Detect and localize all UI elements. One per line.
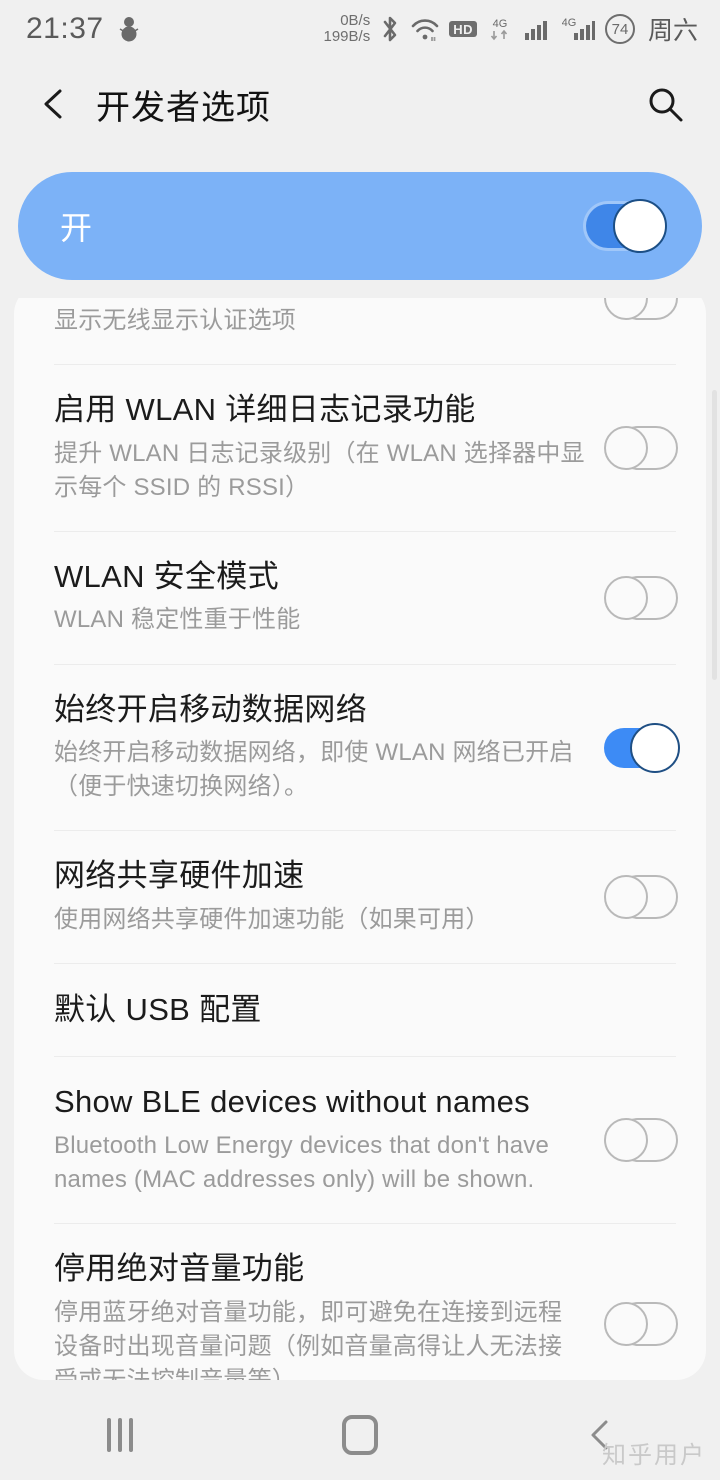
list-item-title: 始终开启移动数据网络 [54,691,367,727]
toggle-knob [604,1302,648,1347]
settings-list: 显示无线显示认证选项 显示无线显示认证选项 启用 WLAN 详细日志记录功能 提… [14,298,706,1380]
list-item-title: 默认 USB 配置 [54,991,262,1027]
list-item-toggle[interactable] [604,875,678,920]
list-item-subtitle: 使用网络共享硬件加速功能（如果可用） [54,906,490,934]
master-switch-knob [613,199,667,253]
list-item[interactable]: 默认 USB 配置 [14,964,706,1056]
status-bar-right: 0B/s 199B/s HD 4G 4G 74 周六 [324,11,699,47]
master-switch-banner[interactable]: 开 [18,172,702,280]
list-item-toggle[interactable] [604,425,678,470]
list-item[interactable]: WLAN 安全模式 WLAN 稳定性重于性能 [14,532,706,664]
svg-text:4G: 4G [493,18,508,30]
list-item[interactable]: Show BLE devices without names Bluetooth… [14,1057,706,1223]
list-item-title: Show BLE devices without names [54,1084,530,1120]
status-bar-left: 21:37 [26,12,140,46]
list-item-text: 停用绝对音量功能 停用蓝牙绝对音量功能，即可避免在连接到远程设备时出现音量问题（… [54,1250,604,1380]
network-speed-up: 0B/s [340,12,371,30]
home-glyph [342,1415,378,1455]
toggle-knob [604,1118,648,1163]
hd-voice-icon: HD [449,21,477,37]
list-item-toggle[interactable] [604,722,680,773]
snowman-icon [118,14,140,44]
app-bar: 开发者选项 [0,58,720,150]
battery-indicator: 74 [604,14,635,44]
list-item-title: 网络共享硬件加速 [54,858,305,894]
recents-glyph [107,1418,133,1452]
watermark: 知乎用户 [602,1442,706,1469]
settings-list-area: 显示无线显示认证选项 显示无线显示认证选项 启用 WLAN 详细日志记录功能 提… [0,298,720,1390]
list-item-text: 网络共享硬件加速 使用网络共享硬件加速功能（如果可用） [54,857,604,937]
toggle-knob [604,575,648,620]
toggle-knob [604,425,648,470]
list-item-toggle[interactable] [604,1118,678,1163]
home-icon[interactable] [240,1415,480,1455]
cellular-signal-2-icon: 4G [562,14,596,44]
settings-card: 显示无线显示认证选项 显示无线显示认证选项 启用 WLAN 详细日志记录功能 提… [14,298,706,1380]
list-item-text: Show BLE devices without names Bluetooth… [54,1083,604,1197]
list-item-text: 启用 WLAN 详细日志记录功能 提升 WLAN 日志记录级别（在 WLAN 选… [54,391,604,505]
list-item-text: 显示无线显示认证选项 显示无线显示认证选项 [54,298,604,338]
scrollbar[interactable] [712,390,717,680]
page-title: 开发者选项 [96,88,271,127]
list-item-toggle[interactable] [604,575,678,620]
list-item-title: 启用 WLAN 详细日志记录功能 [54,391,476,427]
mobile-data-arrows-icon: 4G [486,14,514,44]
list-item-text: 始终开启移动数据网络 始终开启移动数据网络，即使 WLAN 网络已开启（便于快速… [54,691,604,805]
list-item-title: 停用绝对音量功能 [54,1251,305,1287]
wifi-icon [410,14,440,44]
network-speed-down: 199B/s [323,28,371,45]
phone-screen: 21:37 0B/s 199B/s HD 4G 4G 74 周六 开发者选项 开… [0,0,720,1480]
bluetooth-icon [379,14,401,44]
list-item-subtitle: 停用蓝牙绝对音量功能，即可避免在连接到远程设备时出现音量问题（例如音量高得让人无… [54,1298,563,1380]
list-item[interactable]: 始终开启移动数据网络 始终开启移动数据网络，即使 WLAN 网络已开启（便于快速… [14,665,706,831]
master-switch-toggle[interactable] [586,199,667,253]
list-item-title: WLAN 安全模式 [54,558,279,594]
list-item[interactable]: 显示无线显示认证选项 显示无线显示认证选项 [14,298,706,364]
list-item-text: 默认 USB 配置 [54,991,678,1030]
list-item-subtitle: 始终开启移动数据网络，即使 WLAN 网络已开启（便于快速切换网络）。 [54,739,574,801]
recents-icon[interactable] [0,1418,240,1452]
list-item[interactable]: 启用 WLAN 详细日志记录功能 提升 WLAN 日志记录级别（在 WLAN 选… [14,365,706,531]
list-item-subtitle: Bluetooth Low Energy devices that don't … [54,1132,550,1194]
svg-text:4G: 4G [562,17,576,29]
list-item-subtitle: WLAN 稳定性重于性能 [54,606,301,634]
list-item-text: WLAN 安全模式 WLAN 稳定性重于性能 [54,558,604,638]
search-icon[interactable] [640,79,690,129]
list-item[interactable]: 停用绝对音量功能 停用蓝牙绝对音量功能，即可避免在连接到远程设备时出现音量问题（… [14,1224,706,1380]
navigation-bar: 知乎用户 [0,1390,720,1480]
list-item[interactable]: 网络共享硬件加速 使用网络共享硬件加速功能（如果可用） [14,831,706,963]
list-item-toggle[interactable] [604,1302,678,1347]
status-day: 周六 [647,17,698,45]
cellular-signal-icon [523,14,553,44]
master-switch-label: 开 [60,210,94,246]
toggle-knob [630,722,680,773]
network-speed-indicator: 0B/s 199B/s [324,13,371,45]
status-bar: 21:37 0B/s 199B/s HD 4G 4G 74 周六 [0,0,720,58]
master-switch-banner-wrapper: 开 [0,150,720,298]
status-time: 21:37 [26,12,104,45]
list-item-toggle[interactable] [604,298,678,320]
back-arrow-icon[interactable] [32,81,78,127]
list-item-subtitle: 提升 WLAN 日志记录级别（在 WLAN 选择器中显示每个 SSID 的 RS… [54,439,585,501]
list-item-subtitle: 显示无线显示认证选项 [54,306,296,334]
